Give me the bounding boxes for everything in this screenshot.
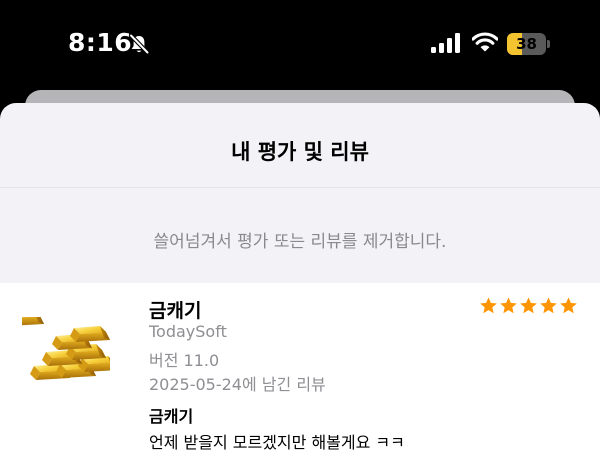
bell-muted-icon [128,33,150,55]
status-time: 8:16 [68,28,133,57]
ratings-reviews-sheet: 내 평가 및 리뷰 쓸어넘겨서 평가 또는 리뷰를 제거합니다. 금캐기 Tod… [0,103,600,470]
screen: 8:16 38 내 평가 및 리뷰 쓸어넘겨서 평가 또는 리뷰를 제거합니다.… [0,0,600,470]
header-divider [0,187,600,188]
star-icon [540,297,557,314]
battery-icon: 38 [507,33,551,55]
review-date: 2025-05-24에 남긴 리뷰 [149,375,326,394]
star-icon [520,297,537,314]
star-rating [479,296,578,316]
gold-bars-icon[interactable] [22,317,110,385]
star-icon [500,297,517,314]
sheet-title: 내 평가 및 리뷰 [231,140,369,164]
app-name[interactable]: 금캐기 [149,296,201,323]
review-title: 금캐기 [149,407,194,426]
battery-level: 38 [516,35,537,53]
wifi-icon [472,32,498,52]
review-body: 언제 받을지 모르겠지만 해볼게요 ㅋㅋ [149,433,405,452]
star-icon [560,297,577,314]
swipe-hint: 쓸어넘겨서 평가 또는 리뷰를 제거합니다. [153,232,447,252]
status-bar: 8:16 38 [0,0,600,90]
review-list-item[interactable]: 금캐기 TodaySoft 버전 11.0 2025-05-24에 남긴 리뷰 … [0,283,600,470]
cellular-signal-icon [431,33,460,53]
star-icon [480,297,497,314]
app-version: 버전 11.0 [149,351,220,370]
developer-name: TodaySoft [149,322,227,341]
